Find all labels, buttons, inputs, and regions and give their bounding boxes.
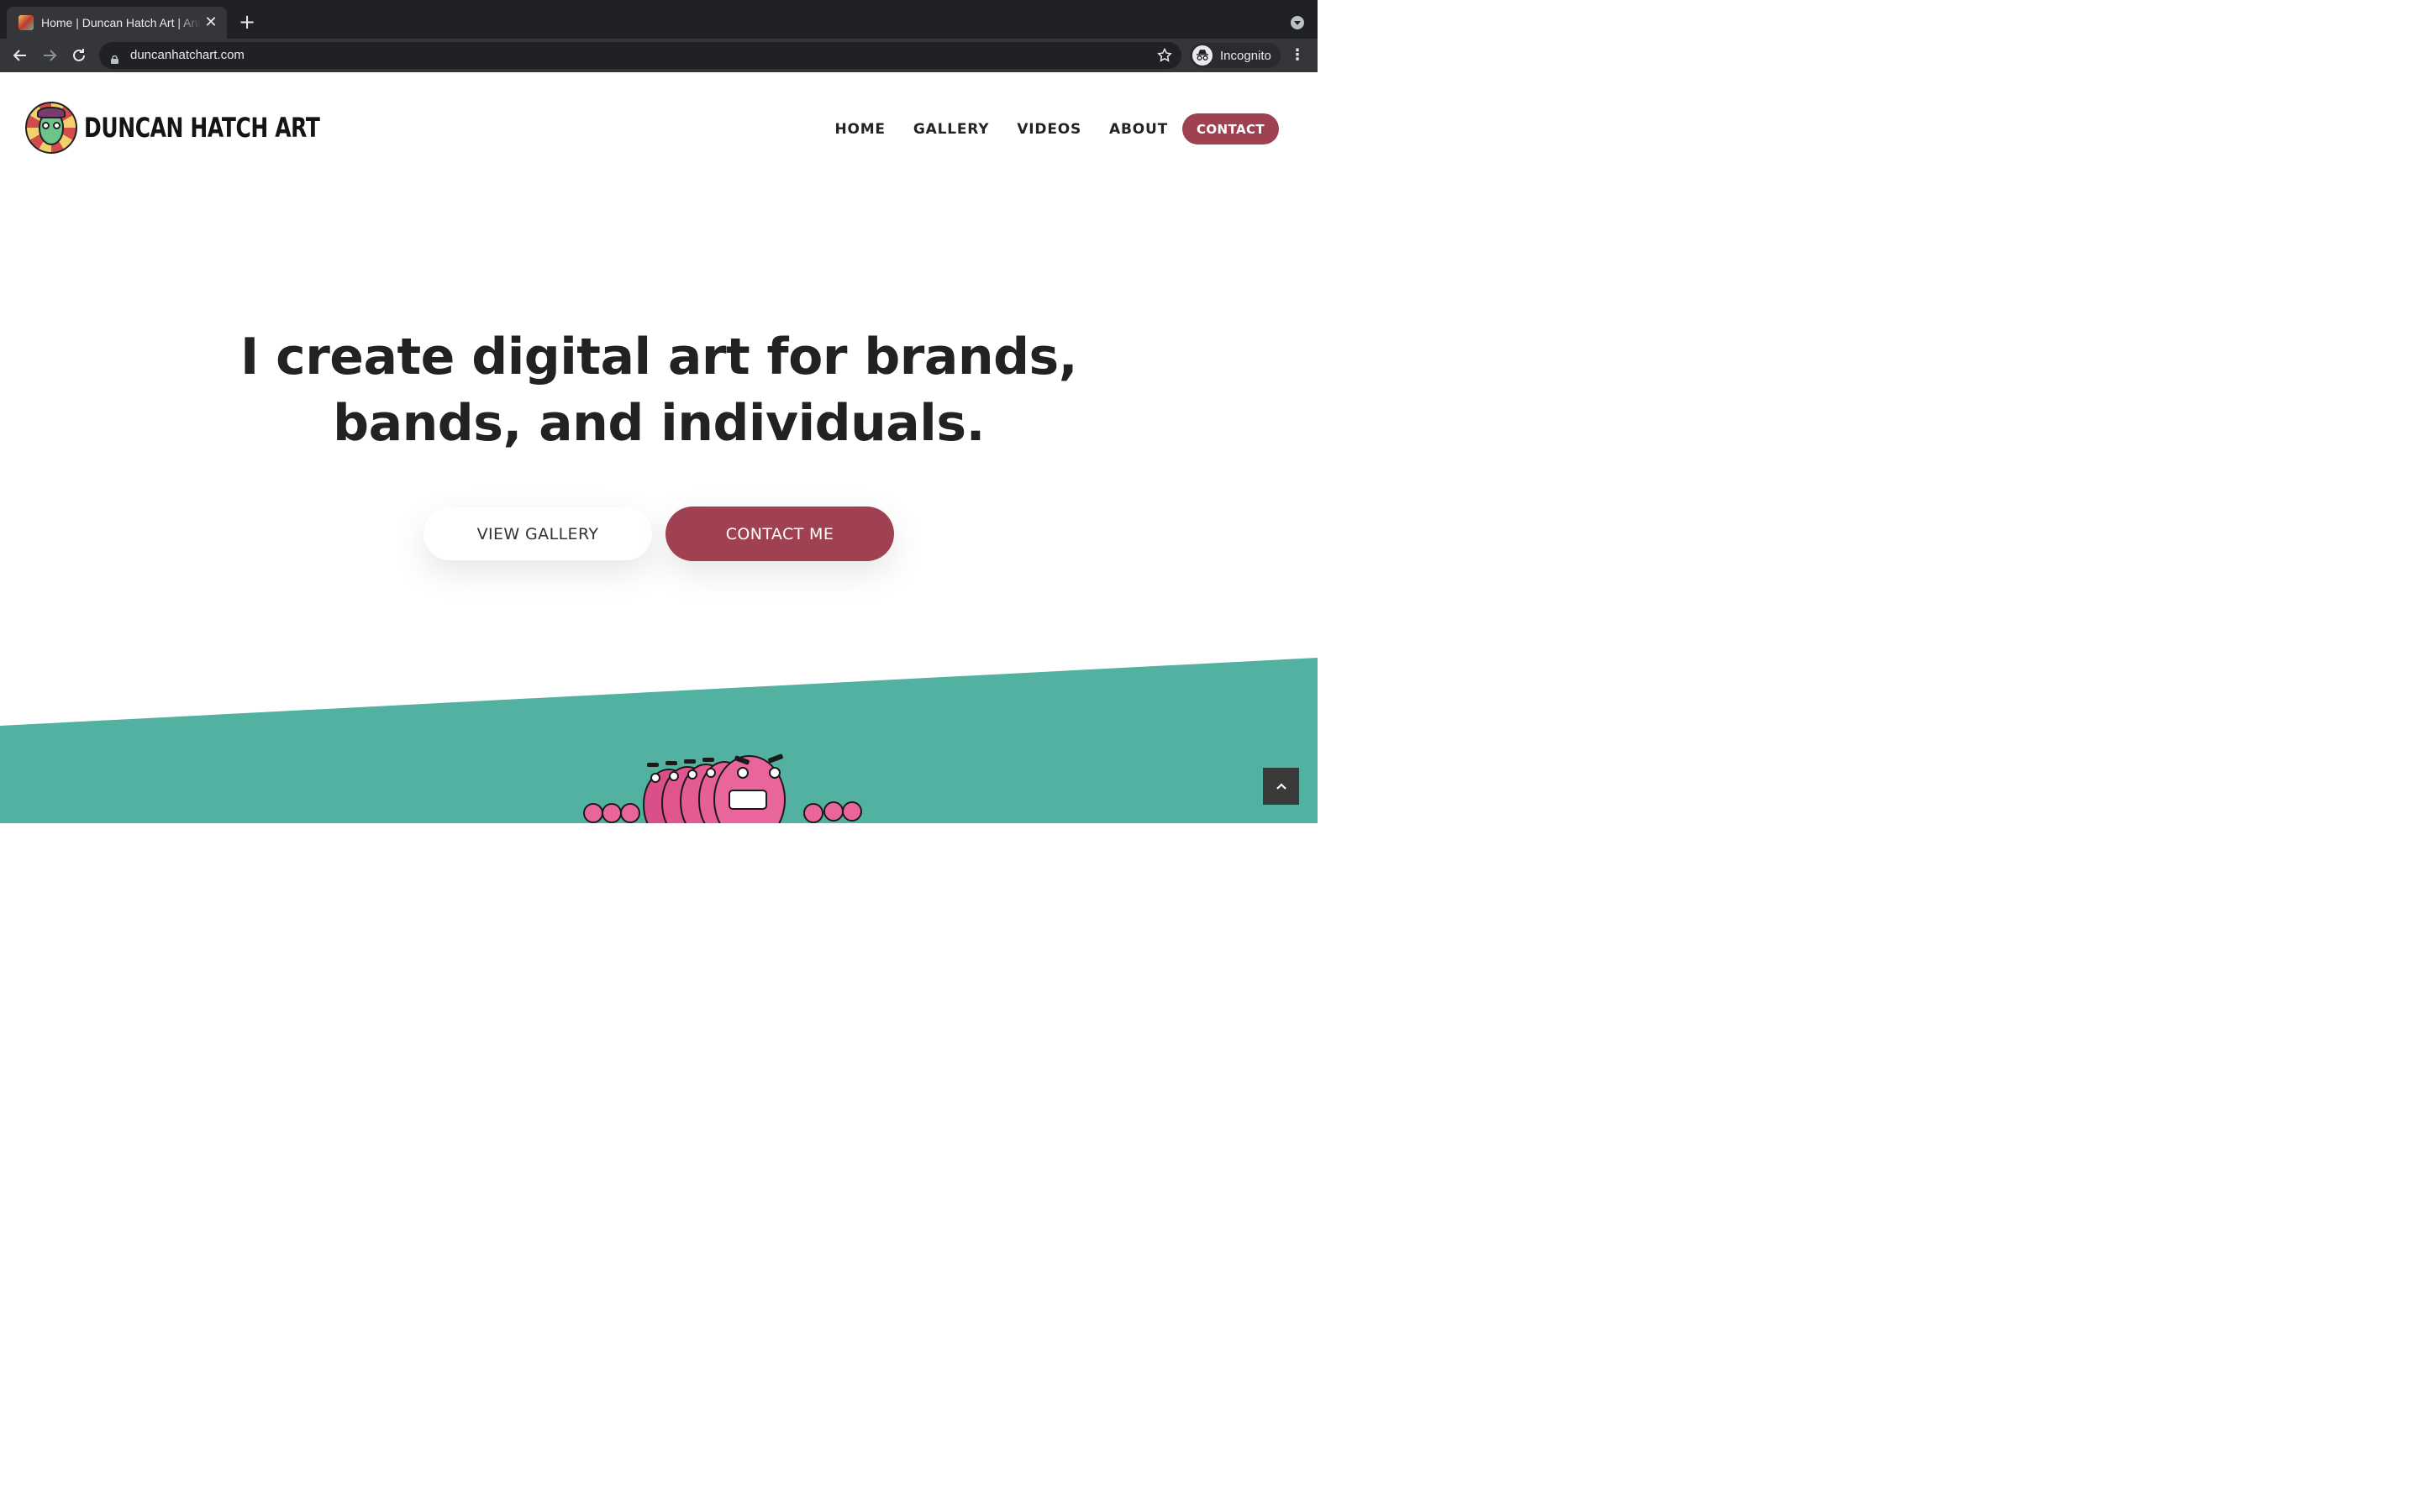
- view-gallery-button[interactable]: VIEW GALLERY: [424, 507, 652, 560]
- bookmark-star-icon[interactable]: [1156, 47, 1173, 64]
- lock-icon: [111, 51, 118, 64]
- browser-tab-bar: Home | Duncan Hatch Art | Animation & Il…: [0, 0, 1318, 39]
- favicon-icon: [18, 15, 34, 30]
- browser-toolbar: duncanhatchart.com Incognito ⋮: [0, 39, 1318, 72]
- hero-title-line-2: bands, and individuals.: [333, 394, 985, 453]
- back-to-top-button[interactable]: [1263, 768, 1299, 805]
- nav-contact-button[interactable]: CONTACT: [1182, 113, 1279, 144]
- hero-title-line-1: I create digital art for brands,: [239, 328, 1078, 386]
- back-arrow-icon[interactable]: [10, 45, 30, 66]
- url-text: duncanhatchart.com: [130, 48, 245, 62]
- tab-search-icon[interactable]: [1291, 16, 1304, 29]
- close-tab-icon[interactable]: ✕: [203, 15, 218, 30]
- logo-text: DUNCAN HATCH ART: [84, 112, 320, 144]
- browser-tab[interactable]: Home | Duncan Hatch Art | Animation & Il…: [7, 7, 227, 39]
- reload-icon[interactable]: [69, 45, 89, 66]
- browser-menu-icon[interactable]: ⋮: [1289, 47, 1306, 64]
- address-bar[interactable]: duncanhatchart.com: [99, 42, 1181, 69]
- incognito-label: Incognito: [1220, 48, 1271, 63]
- nav-home[interactable]: HOME: [834, 121, 885, 138]
- hero-title: I create digital art for brands, bands, …: [0, 324, 1318, 457]
- nav-about[interactable]: ABOUT: [1109, 121, 1168, 138]
- page: DUNCAN HATCH ART HOME GALLERY VIDEOS ABO…: [0, 72, 1318, 823]
- hero-cta-row: VIEW GALLERY CONTACT ME: [0, 507, 1318, 562]
- new-tab-icon[interactable]: +: [238, 12, 256, 32]
- main-nav: HOME GALLERY VIDEOS ABOUT CONTACT: [834, 113, 1279, 144]
- nav-gallery[interactable]: GALLERY: [913, 121, 989, 138]
- chevron-up-icon: [1276, 783, 1286, 790]
- nav-videos[interactable]: VIDEOS: [1017, 121, 1081, 138]
- tab-title: Home | Duncan Hatch Art | Animation & Il…: [41, 16, 201, 29]
- contact-me-button[interactable]: CONTACT ME: [666, 507, 894, 561]
- mascot-illustration: [583, 753, 862, 823]
- forward-arrow-icon[interactable]: [39, 45, 60, 66]
- site-logo[interactable]: DUNCAN HATCH ART: [25, 102, 387, 154]
- incognito-icon: [1192, 45, 1213, 66]
- incognito-profile-button[interactable]: Incognito: [1190, 43, 1281, 68]
- logo-badge-icon: [25, 102, 77, 154]
